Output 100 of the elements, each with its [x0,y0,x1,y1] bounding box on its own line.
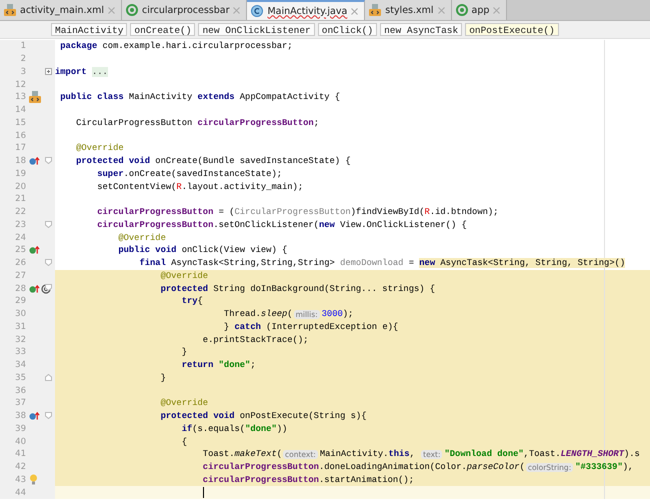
code-text: } [180,347,187,358]
fold-marker-icon[interactable] [45,284,52,292]
code-text: Toast.makeText( [202,449,282,460]
line-number: 25 [14,245,26,256]
xml-file-icon [369,4,382,16]
editor-tab[interactable]: circularprocessbar [122,0,248,20]
fold-marker-icon[interactable] [45,412,52,419]
tab-label[interactable]: MainActivity.java [267,6,348,16]
breadcrumb[interactable]: new AsyncTask [380,23,462,36]
code-text: 3000); [322,309,354,320]
code-text: } [160,372,166,383]
close-icon[interactable] [351,8,358,14]
code-text: MainActivity.this, [320,449,416,460]
breadcrumb[interactable]: new OnClickListener [198,23,315,36]
close-icon[interactable] [493,6,500,14]
line-number: 35 [14,372,26,383]
line-number: 27 [14,270,26,281]
code-text: protected void onPostExecute(String s){ [160,411,366,422]
line-number: 39 [14,424,26,434]
at-sign-icon[interactable] [41,284,51,294]
line-number: 20 [14,182,26,192]
module-icon [126,4,138,16]
line-number: 22 [14,207,26,218]
code-text: circularProgressButton.startAnimation(); [202,474,414,485]
xml-file-icon[interactable] [29,91,41,104]
method-up-arrow-icon[interactable] [29,245,40,256]
code-text: @Override [160,270,208,281]
line-number: 36 [14,386,26,396]
line-number: 32 [14,334,26,345]
code-text: } catch (InterruptedException e){ [222,322,398,332]
line-number: 40 [14,436,26,447]
tab-label[interactable]: activity_main.xml [20,4,104,16]
tab-label[interactable]: styles.xml [385,4,434,16]
code-text: public class MainActivity extends AppCompatActivity { [59,92,340,102]
line-number: 28 [14,284,26,294]
lightbulb-icon[interactable] [29,474,38,486]
code-text: new AsyncTask<String, String, String>() [419,258,626,268]
line-number: 41 [14,449,26,460]
line-number: 17 [14,143,26,154]
method-up-arrow-icon[interactable] [29,411,40,422]
fold-marker-icon[interactable] [45,68,52,74]
code-text: return "done"; [180,360,256,370]
line-number: 43 [14,474,26,485]
fold-marker-icon[interactable] [45,156,52,164]
code-text: "#333639"), [575,462,634,472]
module-icon [456,4,468,16]
close-icon[interactable] [108,6,116,14]
breadcrumb[interactable]: onCreate() [130,23,196,36]
code-text: Thread.sleep( [222,309,293,320]
code-text: circularProgressButton = (CircularProgressButton)findViewById(R.id.btndown); [96,207,498,218]
code-text: try{ [180,296,203,306]
code-text: super.onCreate(savedInstanceState); [96,168,282,179]
line-number: 18 [14,156,26,166]
method-up-arrow-icon[interactable] [29,156,40,166]
breadcrumb[interactable]: MainActivity [51,23,128,36]
editor-tab[interactable]: activity_main.xml [0,0,122,20]
line-number: 2 [20,54,26,64]
line-number: 34 [14,360,26,370]
line-number: 24 [14,232,26,243]
line-number: 13 [14,92,26,102]
xml-file-icon [4,4,16,16]
line-number: 33 [14,347,26,358]
breadcrumb[interactable]: onClick() [318,23,378,36]
line-number: 23 [14,220,26,230]
code-text: e.printStackTrace(); [202,334,308,345]
method-up-arrow-icon[interactable] [29,284,40,294]
class-icon [251,5,264,17]
editor-tab[interactable]: app [452,0,508,20]
tab-label[interactable]: circularprocessbar [142,4,230,16]
tab-label[interactable]: app [472,4,490,16]
fold-marker-icon[interactable] [45,258,52,266]
editor-tab[interactable]: MainActivity.java [247,0,366,20]
line-number: 3 [20,66,26,77]
line-number: 38 [14,411,26,422]
code-text: @Override [160,398,208,408]
line-number: 1 [20,41,26,52]
line-number: 26 [14,258,26,268]
line-number: 12 [14,80,26,90]
code-text: CircularProgressButton circularProgressButton; [75,118,319,128]
code-text: circularProgressButton.doneLoadingAnimation(Color.parseColor( [202,462,525,472]
code-text: protected void onCreate(Bundle savedInstanceState) { [75,156,351,166]
fold-marker-icon[interactable] [45,374,52,380]
line-number: 29 [14,296,26,306]
line-number: 30 [14,309,26,320]
editor-tab[interactable]: styles.xml [365,0,452,20]
fold-marker-icon[interactable] [45,220,52,228]
code-text: public void onClick(View view) { [117,245,288,256]
line-number: 14 [14,105,26,116]
code-text: "Download done",Toast.LENGTH_SHORT).s [444,449,640,460]
line-number: 42 [14,462,26,472]
line-number: 37 [14,398,26,408]
close-icon[interactable] [438,6,445,14]
code-text: protected String doInBackground(String... strings) { [160,284,436,294]
breadcrumb[interactable]: onPostExecute() [465,23,559,36]
line-number: 21 [14,194,26,204]
code-text: import ... [55,66,108,77]
close-icon[interactable] [233,6,240,14]
code-text: circularProgressButton.setOnClickListener(new View.OnClickListener() { [96,220,467,230]
code-text: final AsyncTask<String,String,String> demoDownload = [138,258,415,268]
code-text: @Override [117,232,166,243]
